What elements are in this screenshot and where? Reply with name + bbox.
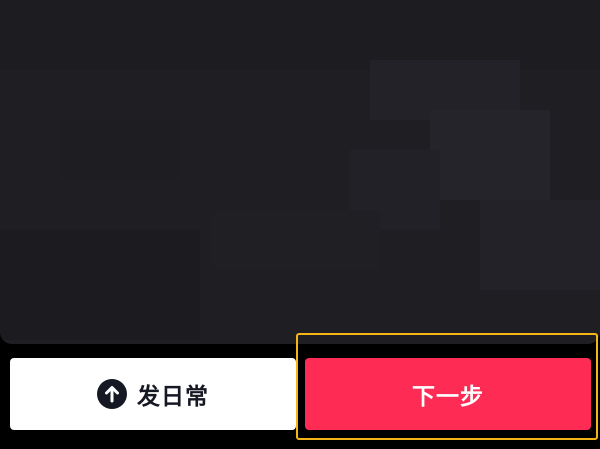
- post-daily-label: 发日常: [137, 384, 209, 410]
- next-step-label: 下一步: [412, 384, 484, 410]
- video-preview[interactable]: [0, 0, 600, 344]
- arrow-up-circle-icon: [97, 379, 127, 409]
- post-daily-button[interactable]: 发日常: [10, 358, 296, 430]
- preview-shade: [0, 230, 200, 340]
- preview-shade: [430, 110, 550, 200]
- next-step-button[interactable]: 下一步: [305, 358, 591, 430]
- publish-screen: 发日常 下一步: [0, 0, 600, 449]
- preview-shade: [480, 200, 600, 290]
- preview-shade: [60, 120, 180, 180]
- preview-shade: [210, 210, 380, 270]
